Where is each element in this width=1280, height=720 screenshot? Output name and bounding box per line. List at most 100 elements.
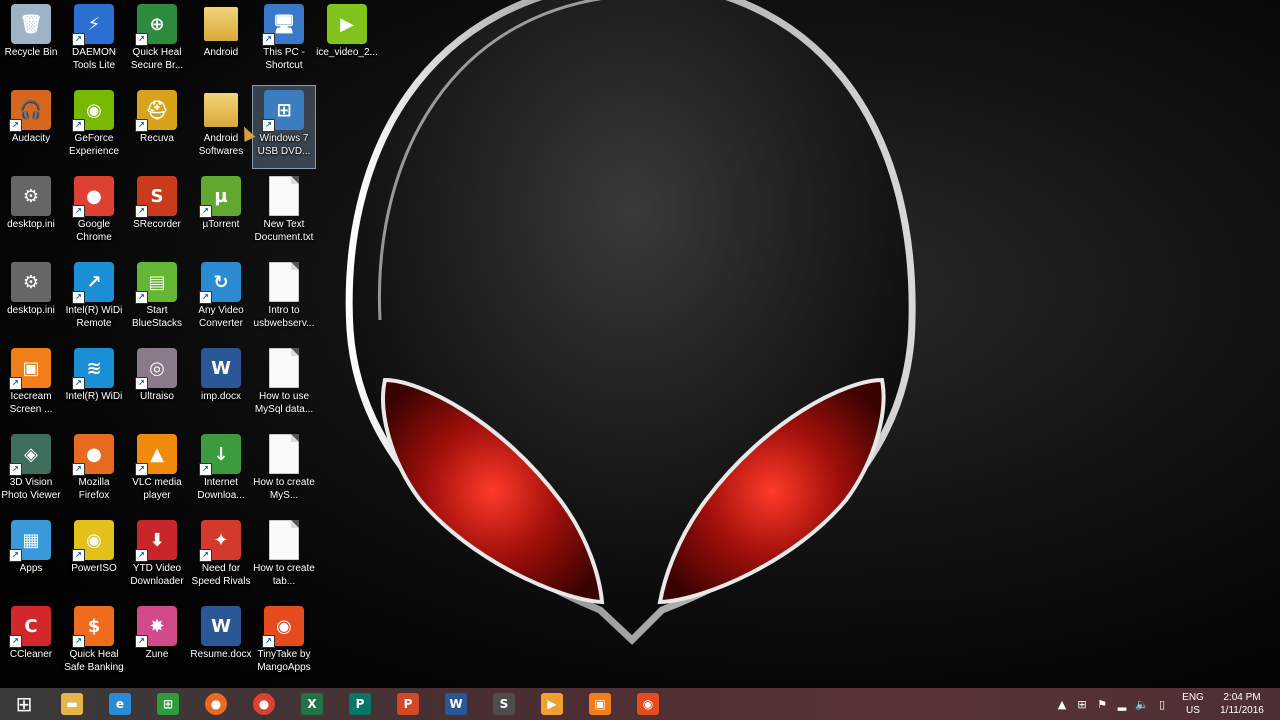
desktop-icon[interactable]: Wimp.docx xyxy=(190,344,252,426)
desktop-icon[interactable]: ◈ ↗ 3D Vision Photo Viewer xyxy=(0,430,62,512)
intel-widi-icon: ↗ ↗ xyxy=(72,262,114,304)
desktop-icon[interactable]: ↻ ↗ Any Video Converter xyxy=(190,258,252,340)
shortcut-arrow-icon: ↗ xyxy=(72,549,85,562)
desktop-icon[interactable]: ⚡ ↗ DAEMON Tools Lite xyxy=(63,0,125,82)
icon-glyph: ◉ xyxy=(86,99,102,121)
region-code: US xyxy=(1186,705,1200,716)
powerpoint-icon: P xyxy=(397,693,419,715)
utorrent-icon: µ ↗ xyxy=(199,176,241,218)
taskbar-app-button[interactable]: ▶ xyxy=(528,688,576,720)
icon-glyph: ▲ xyxy=(150,443,164,465)
battery-icon[interactable]: ▯ xyxy=(1152,698,1172,711)
desktop-icon[interactable]: ≋ ↗ Intel(R) WiDi xyxy=(63,344,125,426)
desktop-icon-label: Android xyxy=(203,47,239,58)
video-file-icon: ▶ xyxy=(327,4,367,44)
taskbar-pinned-apps: ▬ e ⊞ ● ● X P P W S ▶ ▣ ◉ xyxy=(48,688,672,720)
desktop-icon[interactable]: ◎ ↗ Ultraiso xyxy=(126,344,188,426)
taskbar-app-button[interactable]: e xyxy=(96,688,144,720)
desktop-icon[interactable]: How to use MySql data... xyxy=(253,344,315,426)
desktop-icon-label: Icecream Screen ... xyxy=(9,391,53,415)
icon-glyph: ⛑ xyxy=(145,99,169,121)
desktop-icon[interactable]: ↓ ↗ Internet Downloa... xyxy=(190,430,252,512)
shortcut-arrow-icon: ↗ xyxy=(199,205,212,218)
tinytake-icon: ◉ xyxy=(637,693,659,715)
taskbar-app-button[interactable]: ● xyxy=(192,688,240,720)
desktop-icon[interactable]: ✦ ↗ Need for Speed Rivals xyxy=(190,516,252,598)
desktop-icon[interactable]: How to create MyS... xyxy=(253,430,315,512)
desktop-icon[interactable]: 🎧 ↗ Audacity xyxy=(0,86,62,168)
taskbar-app-button[interactable]: W xyxy=(432,688,480,720)
desktop-icon[interactable]: ✸ ↗ Zune xyxy=(126,602,188,684)
desktop-icon[interactable]: ▲ ↗ VLC media player xyxy=(126,430,188,512)
desktop-icon[interactable]: S ↗ SRecorder xyxy=(126,172,188,254)
desktop-icon[interactable]: New Text Document.txt xyxy=(253,172,315,254)
shortcut-arrow-icon: ↗ xyxy=(262,33,275,46)
taskbar-app-button[interactable]: ▣ xyxy=(576,688,624,720)
desktop-icon[interactable]: ▣ ↗ Icecream Screen ... xyxy=(0,344,62,426)
desktop-icon[interactable]: Android xyxy=(190,0,252,82)
desktop-icon[interactable]: ⛑ ↗ Recuva xyxy=(126,86,188,168)
desktop-icon[interactable]: ◉ ↗ GeForce Experience xyxy=(63,86,125,168)
taskbar-app-button[interactable]: X xyxy=(288,688,336,720)
desktop-icon[interactable]: ⊞ ↗ Windows 7 USB DVD... xyxy=(252,85,316,169)
disc-icon: ◎ ↗ xyxy=(135,348,177,390)
store-icon: ⊞ xyxy=(157,693,179,715)
desktop-icon[interactable]: µ ↗ µTorrent xyxy=(190,172,252,254)
geforce-icon: ◉ ↗ xyxy=(72,90,114,132)
taskbar-app-button[interactable]: P xyxy=(384,688,432,720)
icon-glyph: ✦ xyxy=(213,529,229,551)
icon-glyph: ◉ xyxy=(276,615,292,637)
desktop-icon-label: desktop.ini xyxy=(7,305,55,316)
firefox-icon: ● xyxy=(205,693,227,715)
desktop-icon[interactable]: How to create tab... xyxy=(253,516,315,598)
icon-glyph: ↓ xyxy=(213,443,229,465)
desktop-icon[interactable]: ▦ ↗ Apps xyxy=(0,516,62,598)
windows-logo-icon: ⊞ xyxy=(15,692,33,716)
windows-tray-icon[interactable]: ⊞ xyxy=(1072,698,1092,711)
input-language[interactable]: ENG US xyxy=(1176,691,1210,717)
icon-glyph: W xyxy=(211,615,231,637)
clock[interactable]: 2:04 PM 1/11/2016 xyxy=(1210,691,1274,717)
desktop-icon[interactable]: ● ↗ Mozilla Firefox xyxy=(63,430,125,512)
desktop-icon[interactable]: ↗ ↗ Intel(R) WiDi Remote xyxy=(63,258,125,340)
desktop-icon[interactable]: Intro to usbwebserv... xyxy=(253,258,315,340)
taskbar-app-button[interactable]: P xyxy=(336,688,384,720)
action-center-flag-icon[interactable]: ⚑ xyxy=(1092,698,1112,711)
desktop-icon[interactable]: ◉ ↗ PowerISO xyxy=(63,516,125,598)
icon-glyph: ▣ xyxy=(22,357,40,379)
taskbar-app-button[interactable]: ▬ xyxy=(48,688,96,720)
desktop-icon[interactable]: ⚙ desktop.ini xyxy=(0,258,62,340)
shortcut-arrow-icon: ↗ xyxy=(9,549,22,562)
desktop-icon[interactable]: ● ↗ Google Chrome xyxy=(63,172,125,254)
shortcut-arrow-icon: ↗ xyxy=(9,377,22,390)
desktop-icon[interactable]: C ↗ CCleaner xyxy=(0,602,62,684)
desktop-icon-label: DAEMON Tools Lite xyxy=(72,47,116,71)
show-hidden-icons-icon[interactable]: ▲ xyxy=(1052,698,1072,711)
desktop-icon[interactable]: 🖥 ↗ This PC - Shortcut xyxy=(253,0,315,82)
desktop-icon-label: Quick Heal Safe Banking xyxy=(64,649,124,673)
desktop-icon[interactable]: ▶ ice_video_2... xyxy=(316,0,378,82)
icon-glyph: ▤ xyxy=(148,271,166,293)
start-button[interactable]: ⊞ xyxy=(0,688,48,720)
desktop-icon[interactable]: W Resume.docx xyxy=(190,602,252,684)
taskbar-app-button[interactable]: ● xyxy=(240,688,288,720)
desktop-icon[interactable]: ▤ ↗ Start BlueStacks xyxy=(126,258,188,340)
icon-glyph: 🗑 xyxy=(19,13,43,35)
desktop-icon[interactable]: $ ↗ Quick Heal Safe Banking xyxy=(63,602,125,684)
quick-heal-browser-icon: ⊕ ↗ xyxy=(135,4,177,46)
network-signal-icon[interactable]: ▂ xyxy=(1112,698,1132,711)
shortcut-arrow-icon: ↗ xyxy=(72,119,85,132)
volume-icon[interactable]: 🔈 xyxy=(1132,698,1152,711)
text-document-icon xyxy=(269,434,299,474)
apps-icon: ▦ ↗ xyxy=(9,520,51,562)
taskbar-app-button[interactable]: ⊞ xyxy=(144,688,192,720)
idm-icon: ↓ ↗ xyxy=(199,434,241,476)
desktop-icon[interactable]: ⬇ ↗ YTD Video Downloader xyxy=(126,516,188,598)
3d-vision-icon: ◈ ↗ xyxy=(9,434,51,476)
desktop-icon[interactable]: 🗑 Recycle Bin xyxy=(0,0,62,82)
taskbar-app-button[interactable]: S xyxy=(480,688,528,720)
desktop-icon[interactable]: ◉ ↗ TinyTake by MangoApps xyxy=(253,602,315,684)
desktop-icon[interactable]: ⚙ desktop.ini xyxy=(0,172,62,254)
taskbar-app-button[interactable]: ◉ xyxy=(624,688,672,720)
desktop-icon[interactable]: ⊕ ↗ Quick Heal Secure Br... xyxy=(126,0,188,82)
